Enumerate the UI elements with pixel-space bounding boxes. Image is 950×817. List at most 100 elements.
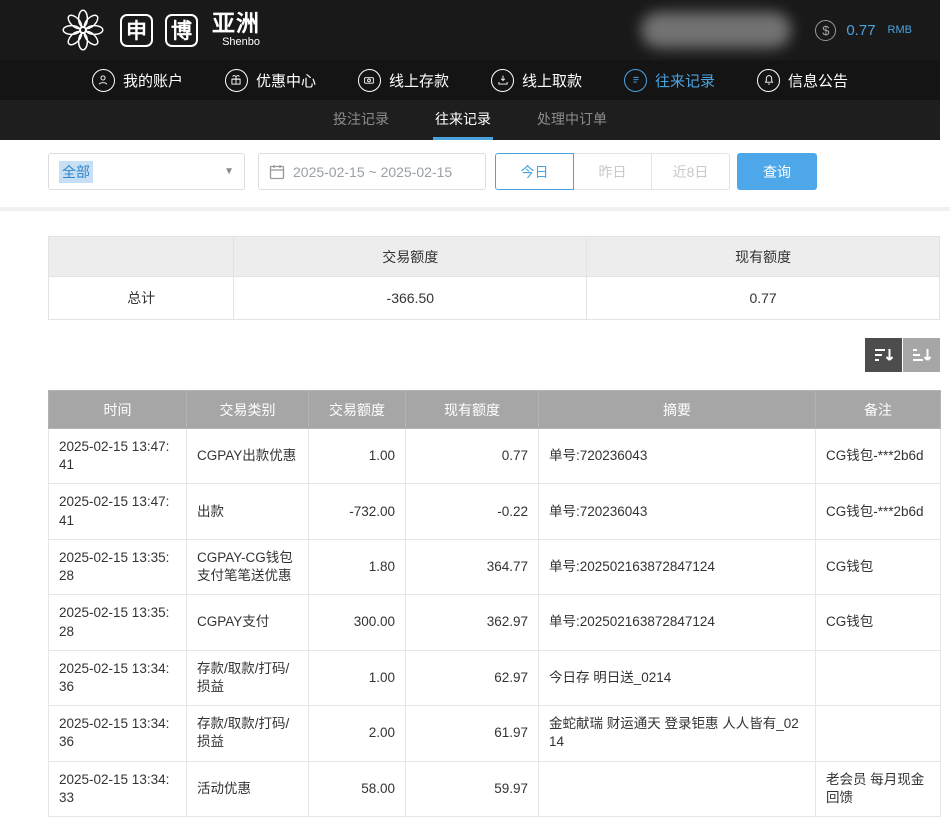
sub-nav: 投注记录 往来记录 处理中订单 <box>0 100 940 140</box>
records-cell <box>816 650 941 705</box>
records-cell <box>539 761 816 816</box>
records-cell: 1.80 <box>309 539 406 594</box>
subnav-item-betting-records[interactable]: 投注记录 <box>331 100 391 140</box>
records-cell: 364.77 <box>406 539 539 594</box>
bell-icon <box>757 69 780 92</box>
records-cell: 单号:202502163872847124 <box>539 595 816 650</box>
balance-currency: RMB <box>888 24 912 36</box>
records-cell: 存款/取款/打码/损益 <box>187 650 309 705</box>
nav-item-label: 我的账户 <box>123 70 183 91</box>
subnav-item-pending-orders[interactable]: 处理中订单 <box>535 100 609 140</box>
nav-item-announcements[interactable]: 信息公告 <box>757 69 848 92</box>
balance-amount: 0.77 <box>846 22 875 39</box>
records-cell: 362.97 <box>406 595 539 650</box>
records-row: 2025-02-15 13:34:33活动优惠58.0059.97老会员 每月现… <box>49 761 941 816</box>
records-cell: 61.97 <box>406 706 539 761</box>
lotus-logo-icon <box>58 5 108 55</box>
page: 申 博 亚洲 Shenbo $ 0.77 RMB 我的账户 优惠中心 线上存款 线上取… <box>0 0 950 817</box>
records-cell: -0.22 <box>406 484 539 539</box>
main-nav: 我的账户 优惠中心 线上存款 线上取款 往来记录 信息公告 <box>0 60 940 100</box>
nav-item-transaction-records[interactable]: 往来记录 <box>624 69 715 92</box>
records-row: 2025-02-15 13:35:28CGPAY-CG钱包支付笔笔送优惠1.80… <box>49 539 941 594</box>
records-col-header: 交易类别 <box>187 391 309 429</box>
records-row: 2025-02-15 13:34:36存款/取款/打码/损益2.0061.97金… <box>49 706 941 761</box>
records-cell: CG钱包 <box>816 539 941 594</box>
sort-descending-icon <box>874 347 894 363</box>
summary-total-label: 总计 <box>49 277 234 320</box>
nav-item-online-withdrawal[interactable]: 线上取款 <box>491 69 582 92</box>
nav-item-promotions-center[interactable]: 优惠中心 <box>225 69 316 92</box>
records-cell: 2025-02-15 13:35:28 <box>49 539 187 594</box>
records-cell: CGPAY出款优惠 <box>187 429 309 484</box>
withdraw-icon <box>491 69 514 92</box>
sort-ascending-button[interactable] <box>903 338 940 372</box>
quick-range-yesterday[interactable]: 昨日 <box>573 153 652 190</box>
summary-total-row: 总计 -366.50 0.77 <box>49 277 940 320</box>
calendar-icon <box>269 164 285 180</box>
account-area: $ 0.77 RMB <box>641 12 912 48</box>
records-cell: 2025-02-15 13:47:41 <box>49 429 187 484</box>
records-cell: CG钱包-***2b6d <box>816 429 941 484</box>
app-header: 申 博 亚洲 Shenbo $ 0.77 RMB <box>0 0 940 60</box>
search-button[interactable]: 查询 <box>737 153 817 190</box>
records-cell: 2025-02-15 13:34:33 <box>49 761 187 816</box>
nav-item-label: 优惠中心 <box>256 70 316 91</box>
subnav-item-transaction-records[interactable]: 往来记录 <box>433 100 493 140</box>
records-cell: 0.77 <box>406 429 539 484</box>
gift-icon <box>225 69 248 92</box>
nav-item-my-account[interactable]: 我的账户 <box>92 69 183 92</box>
records-cell: 1.00 <box>309 429 406 484</box>
brand-logo: 申 博 亚洲 Shenbo <box>58 5 260 55</box>
type-select-value: 全部 <box>59 161 93 183</box>
summary-col-transaction: 交易额度 <box>234 237 587 277</box>
summary-total-transaction: -366.50 <box>234 277 587 320</box>
brand-char-shen: 申 <box>120 14 153 47</box>
quick-range-today[interactable]: 今日 <box>495 153 574 190</box>
brand-region-text: 亚洲 <box>212 12 260 35</box>
date-range-input[interactable]: 2025-02-15 ~ 2025-02-15 <box>258 153 486 190</box>
nav-item-label: 线上取款 <box>522 70 582 91</box>
records-cell: 300.00 <box>309 595 406 650</box>
sort-descending-button[interactable] <box>865 338 902 372</box>
date-range-value: 2025-02-15 ~ 2025-02-15 <box>293 164 452 180</box>
records-cell: 单号:720236043 <box>539 484 816 539</box>
records-table: 时间交易类别交易额度现有额度摘要备注 2025-02-15 13:47:41CG… <box>48 390 941 817</box>
deposit-icon <box>358 69 381 92</box>
records-cell: 2025-02-15 13:34:36 <box>49 706 187 761</box>
currency-dollar-icon: $ <box>815 20 836 41</box>
records-col-header: 现有额度 <box>406 391 539 429</box>
nav-item-label: 信息公告 <box>788 70 848 91</box>
summary-head-row: 交易额度 现有额度 <box>49 237 940 277</box>
records-head-row: 时间交易类别交易额度现有额度摘要备注 <box>49 391 941 429</box>
nav-item-label: 往来记录 <box>655 70 715 91</box>
records-body: 2025-02-15 13:47:41CGPAY出款优惠1.000.77单号:7… <box>49 429 941 817</box>
records-row: 2025-02-15 13:34:36存款/取款/打码/损益1.0062.97今… <box>49 650 941 705</box>
records-cell: 出款 <box>187 484 309 539</box>
records-cell: 1.00 <box>309 650 406 705</box>
records-cell: 单号:720236043 <box>539 429 816 484</box>
records-cell: 存款/取款/打码/损益 <box>187 706 309 761</box>
records-cell: CGPAY-CG钱包支付笔笔送优惠 <box>187 539 309 594</box>
brand-subtitle: Shenbo <box>212 37 260 48</box>
records-col-header: 备注 <box>816 391 941 429</box>
records-cell: 2025-02-15 13:34:36 <box>49 650 187 705</box>
redacted-user-info <box>641 12 791 48</box>
filter-bar: 全部 ▼ 2025-02-15 ~ 2025-02-15 今日昨日近8日 查询 <box>48 153 950 190</box>
quick-range-group: 今日昨日近8日 <box>495 153 730 190</box>
records-col-header: 交易额度 <box>309 391 406 429</box>
records-row: 2025-02-15 13:47:41出款-732.00-0.22单号:7202… <box>49 484 941 539</box>
type-select[interactable]: 全部 ▼ <box>48 153 245 190</box>
records-cell: CG钱包 <box>816 595 941 650</box>
quick-range-last-8-days[interactable]: 近8日 <box>651 153 730 190</box>
records-cell: 今日存 明日送_0214 <box>539 650 816 705</box>
records-cell: 58.00 <box>309 761 406 816</box>
records-cell: 金蛇献瑞 财运通天 登录钜惠 人人皆有_0214 <box>539 706 816 761</box>
records-cell: 2025-02-15 13:35:28 <box>49 595 187 650</box>
chevron-down-icon: ▼ <box>224 166 234 177</box>
brand-char-bo: 博 <box>165 14 198 47</box>
records-cell: 62.97 <box>406 650 539 705</box>
records-cell: 59.97 <box>406 761 539 816</box>
records-cell: CGPAY支付 <box>187 595 309 650</box>
nav-item-online-deposit[interactable]: 线上存款 <box>358 69 449 92</box>
records-icon <box>624 69 647 92</box>
